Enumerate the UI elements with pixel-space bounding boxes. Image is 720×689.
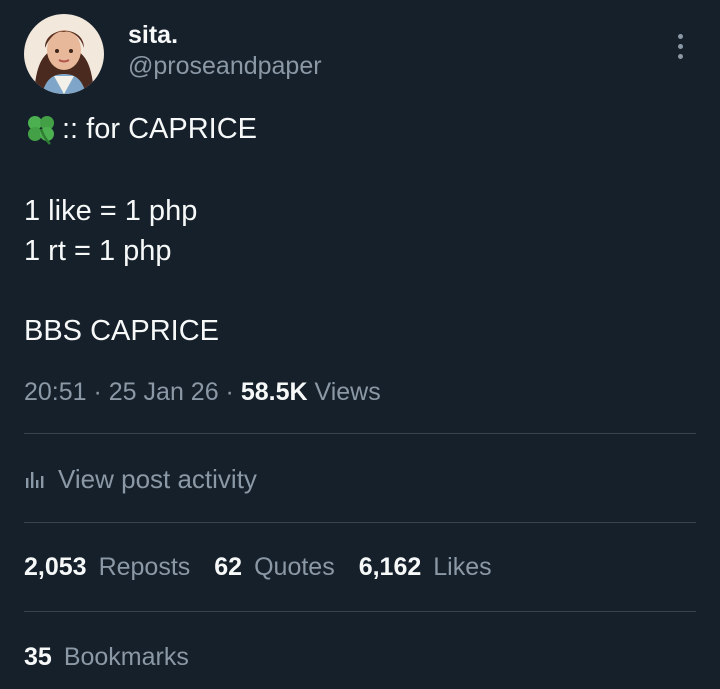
- quotes-label: Quotes: [254, 553, 335, 581]
- author-handle[interactable]: @proseandpaper: [128, 51, 322, 81]
- divider: [24, 522, 696, 523]
- likes-stat[interactable]: 6,162 Likes: [359, 550, 492, 584]
- likes-count: 6,162: [358, 553, 422, 581]
- reposts-count: 2,053: [24, 553, 87, 581]
- quotes-stat[interactable]: 62 Quotes: [214, 550, 334, 584]
- quotes-count: 62: [214, 553, 243, 581]
- more-options-button[interactable]: [664, 28, 696, 64]
- tweet-text-line-1: :: for CAPRICE: [24, 112, 257, 146]
- likes-label: Likes: [433, 553, 492, 581]
- reposts-label: Reposts: [98, 553, 191, 581]
- avatar-illustration: [24, 14, 104, 94]
- tweet-meta: 20:51 · 25 Jan 26 · 58.5K Views: [24, 376, 381, 408]
- divider: [24, 433, 696, 434]
- reposts-stat[interactable]: 2,053 Reposts: [24, 550, 190, 584]
- bar-chart-icon: [26, 472, 44, 488]
- tweet-text: :: for CAPRICE: [62, 113, 257, 145]
- avatar[interactable]: [24, 14, 104, 94]
- view-post-activity-link[interactable]: View post activity: [24, 462, 257, 496]
- tweet-text-line-2: 1 like = 1 php: [24, 195, 198, 227]
- bookmarks-count: 35: [24, 643, 52, 671]
- four-leaf-clover-icon: [28, 116, 54, 145]
- divider: [24, 611, 696, 612]
- views-count: 58.5K: [240, 378, 308, 406]
- more-dot-icon: [677, 43, 683, 49]
- bookmarks-stat[interactable]: 35 Bookmarks: [24, 640, 189, 674]
- views-label: Views: [314, 378, 381, 406]
- bookmarks-label: Bookmarks: [63, 643, 189, 671]
- meta-separator: ·: [218, 378, 241, 406]
- meta-separator: ·: [86, 378, 109, 406]
- more-dot-icon: [677, 33, 683, 39]
- author-display-name[interactable]: sita.: [128, 20, 178, 50]
- tweet-time[interactable]: 20:51: [24, 378, 87, 406]
- tweet-text-line-3: 1 rt = 1 php: [24, 235, 172, 267]
- view-post-activity-label: View post activity: [58, 464, 257, 494]
- tweet-text-line-4: BBS CAPRICE: [24, 315, 219, 347]
- more-dot-icon: [677, 53, 683, 59]
- tweet-date[interactable]: 25 Jan 26: [109, 378, 219, 406]
- engagement-stats: 2,053 Reposts 62 Quotes 6,162 Likes: [24, 550, 516, 584]
